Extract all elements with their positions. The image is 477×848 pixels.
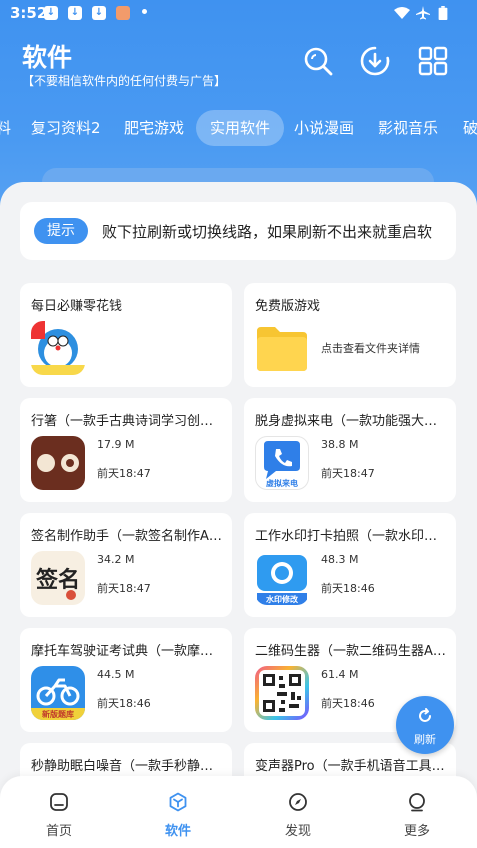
status-time: 3:52 (10, 4, 48, 22)
icon-caption: 水印修改 (265, 594, 299, 604)
motorcycle-icon: 新版题库 (31, 666, 85, 720)
refresh-button[interactable]: 刷新 (396, 696, 454, 754)
grid-menu-icon[interactable] (417, 45, 449, 77)
app-title: 每日必赚零花钱 (31, 299, 123, 314)
nav-more[interactable]: 更多 (377, 792, 457, 839)
download-icon: ↓ (92, 6, 106, 20)
app-size: 44.5 M (97, 668, 135, 681)
signature-icon: 签名 (31, 551, 85, 605)
cube-icon (169, 792, 187, 812)
app-size: 48.3 M (321, 553, 359, 566)
app-card[interactable]: 脱身虚拟来电（一款功能强大伪装来电App） 虚拟来电 38.8 M 前天18:4… (244, 398, 456, 502)
app-title: 脱身虚拟来电（一款功能强大伪装来电App） (255, 414, 449, 429)
doraemon-icon (31, 321, 85, 375)
tab-category[interactable]: 肥宅游戏 (124, 110, 184, 146)
refresh-label: 刷新 (414, 733, 436, 746)
page-subtitle: 【不要相信软件内的任何付费与广告】 (22, 74, 227, 88)
folder-card[interactable]: 免费版游戏 点击查看文件夹详情 (244, 283, 456, 387)
app-date: 前天18:46 (321, 697, 375, 710)
nav-software[interactable]: 软件 (138, 792, 218, 839)
app-card[interactable]: 每日必赚零花钱 (20, 283, 232, 387)
nav-label: 软件 (164, 824, 191, 839)
wifi-icon (394, 7, 410, 19)
tab-category[interactable]: 复习资料2 (31, 110, 101, 146)
app-title: 工作水印打卡拍照（一款水印拍照App） (255, 529, 449, 544)
app-title: 二维码生器（一款二维码生器App） (255, 644, 449, 659)
more-icon (409, 793, 425, 812)
folder-icon (255, 321, 309, 375)
app-card[interactable]: 工作水印打卡拍照（一款水印拍照App） 水印修改 48.3 M 前天18:46 (244, 513, 456, 617)
compass-icon (289, 793, 307, 811)
app-size: 34.2 M (97, 553, 135, 566)
app-date: 前天18:47 (97, 582, 151, 595)
app-notification-icon (116, 6, 130, 20)
app-card[interactable]: 摩托车驾驶证考试典（一款摩托车驾考App） 新版题库 44.5 M 前天18:4… (20, 628, 232, 732)
icon-caption: 新版题库 (42, 709, 74, 719)
camera-icon: 水印修改 (255, 551, 309, 605)
battery-icon (438, 6, 448, 20)
more-notifications-icon (142, 9, 147, 14)
icon-caption: 签名 (35, 567, 80, 593)
bottom-navigation: 首页 软件 发现 更多 (0, 776, 477, 848)
tab-category[interactable]: 影视音乐 (378, 110, 438, 146)
app-date: 前天18:47 (321, 467, 375, 480)
tab-category[interactable]: 小说漫画 (294, 110, 354, 146)
nav-label: 更多 (403, 824, 430, 839)
tab-category[interactable]: 料 (0, 110, 11, 146)
notice-badge: 提示 (34, 218, 88, 244)
tab-category[interactable]: 破 (463, 110, 477, 146)
airplane-mode-icon (416, 6, 430, 20)
app-size: 38.8 M (321, 438, 359, 451)
tab-category-active[interactable]: 实用软件 (196, 110, 285, 146)
nav-label: 首页 (45, 824, 72, 839)
app-title: 行箸（一款手古典诗词学习创作App） (31, 414, 225, 429)
download-icon: ↓ (68, 6, 82, 20)
notice-text: 败下拉刷新或切换线路，如果刷新不出来就重启软 (102, 223, 433, 241)
icon-caption: 虚拟来电 (266, 478, 298, 488)
search-icon[interactable] (302, 45, 334, 77)
download-icon: ↓ (44, 6, 58, 20)
home-icon (50, 793, 68, 811)
folder-desc: 点击查看文件夹详情 (321, 342, 420, 355)
folder-title: 免费版游戏 (255, 299, 321, 314)
app-title: 摩托车驾驶证考试典（一款摩托车驾考App） (31, 644, 225, 659)
page-title: 软件 (22, 43, 73, 72)
nav-discover[interactable]: 发现 (258, 792, 338, 839)
app-title: 秒静助眠白噪音（一款手秒静助眠App） (31, 759, 225, 774)
virtual-call-icon: 虚拟来电 (255, 436, 309, 490)
app-date: 前天18:46 (321, 582, 375, 595)
download-manager-icon[interactable] (359, 45, 391, 77)
nav-label: 发现 (284, 824, 311, 839)
nav-home[interactable]: 首页 (19, 792, 99, 839)
app-date: 前天18:47 (97, 467, 151, 480)
refresh-icon (419, 708, 431, 722)
notice-bar: 提示 败下拉刷新或切换线路，如果刷新不出来就重启软 (20, 202, 456, 260)
xingzhu-app-icon (31, 436, 85, 490)
app-card[interactable]: 签名制作助手（一款签名制作App） 签名 34.2 M 前天18:47 (20, 513, 232, 617)
app-card[interactable]: 行箸（一款手古典诗词学习创作App） 17.9 M 前天18:47 (20, 398, 232, 502)
qrcode-icon (255, 666, 309, 720)
app-date: 前天18:46 (97, 697, 151, 710)
status-bar: 3:52 ↓ ↓ ↓ (0, 0, 477, 26)
app-title: 变声器Pro（一款手机语音工具App） (255, 759, 449, 774)
app-title: 签名制作助手（一款签名制作App） (31, 529, 225, 544)
app-size: 17.9 M (97, 438, 135, 451)
app-size: 61.4 M (321, 668, 359, 681)
category-tabs: 料 复习资料2 肥宅游戏 实用软件 小说漫画 影视音乐 破 (0, 110, 477, 146)
